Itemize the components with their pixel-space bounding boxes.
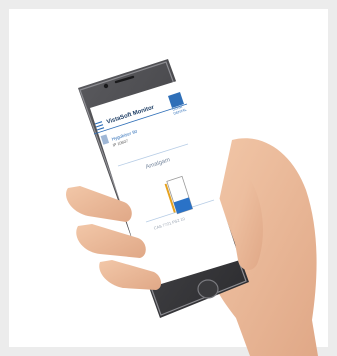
- phone-camera: [103, 83, 109, 89]
- home-button[interactable]: [197, 279, 219, 299]
- photo-frame: VistaSoft Monitor DÜRR DENTAL Hygobiser …: [0, 0, 337, 356]
- hand-phone-scene: [66, 59, 318, 356]
